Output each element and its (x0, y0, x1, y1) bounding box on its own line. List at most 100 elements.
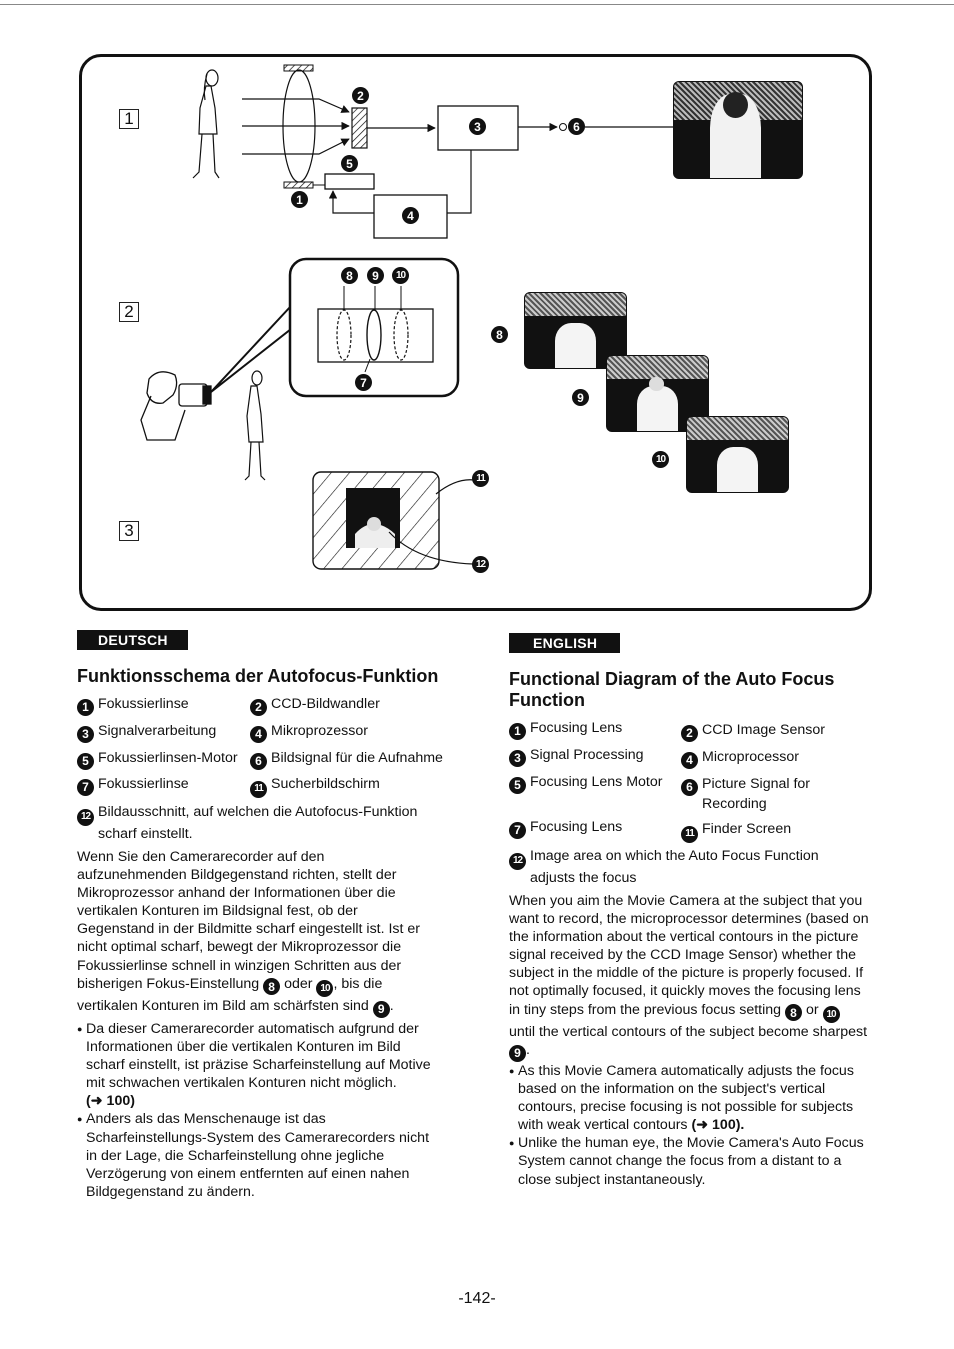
ref-badge-10: 10 (822, 1006, 840, 1024)
legend-item-de-12: 12 Bildausschnitt, auf welchen die Autofo… (77, 804, 458, 843)
paragraph-text: until the vertical contours of the subje… (509, 1024, 868, 1041)
number-badge: 5 (77, 752, 94, 770)
legend-item-en-5: 5 Focusing Lens Motor (509, 774, 662, 794)
number-badge: 4 (681, 751, 698, 769)
recorded-picture-photo (673, 81, 803, 179)
number-badge: 12 (77, 808, 94, 826)
ref-badge-9: 9 (509, 1044, 526, 1062)
legend-item-en-6: 6 Picture Signal for Recording (681, 776, 852, 813)
legend-item-en-2: 2 CCD Image Sensor (681, 722, 825, 742)
focus-photo-10 (686, 416, 789, 493)
bullet-list-de: Da dieser Camerarecorder automatisch auf… (77, 1020, 442, 1201)
legend-item-de-2: 2 CCD-Bildwandler (250, 696, 380, 716)
callout-8-photo: 8 (491, 326, 508, 343)
legend-text: Fokussierlinse (98, 776, 189, 792)
legend-item-en-7: 7 Focusing Lens (509, 819, 622, 839)
bullet-text: Unlike the human eye, the Movie Camera's… (518, 1135, 864, 1188)
legend-text: Focusing Lens (530, 720, 623, 736)
legend-item-de-4: 4 Mikroprozessor (250, 723, 368, 743)
legend-text: Fokussierlinse (98, 696, 189, 712)
number-badge: 2 (681, 724, 698, 742)
paragraph-text: or (805, 1001, 819, 1018)
ref-badge-8: 8 (263, 978, 281, 996)
ref-badge-9: 9 (372, 1000, 390, 1018)
callout-3: 3 (469, 118, 486, 135)
legend-text: Signalverarbeitung (98, 723, 217, 739)
callout-8: 8 (341, 267, 358, 284)
step-box-1: 1 (119, 109, 139, 129)
bullet-text: As this Movie Camera automatically adjus… (518, 1063, 854, 1134)
legend-item-en-4: 4 Microprocessor (681, 749, 799, 769)
number-badge: 4 (250, 725, 267, 743)
step-box-3: 3 (119, 521, 139, 541)
legend-text: Image area on which the Auto Focus Funct… (530, 848, 819, 886)
paragraph-text: . (526, 1042, 530, 1059)
number-badge: 6 (250, 752, 267, 770)
number-badge: 1 (509, 722, 526, 740)
section-title-deutsch: Funktionsschema der Autofocus-Funktion (77, 666, 439, 686)
camera-operator-figure (140, 371, 212, 441)
legend-item-de-3: 3 Signalverarbeitung (77, 723, 216, 743)
number-badge: 2 (250, 698, 267, 716)
legend-item-de-7: 7 Fokussierlinse (77, 776, 189, 796)
step-box-2: 2 (119, 302, 139, 322)
number-badge: 5 (509, 776, 526, 794)
section-title-english: Functional Diagram of the Auto Focus Fun… (509, 669, 835, 710)
callout-10: 10 (392, 267, 409, 284)
bullet-list-en: As this Movie Camera automatically adjus… (509, 1062, 871, 1189)
paragraph-text: . (389, 998, 394, 1015)
number-badge: 1 (77, 698, 94, 716)
number-badge: 12 (509, 852, 526, 870)
callout-9: 9 (367, 267, 384, 284)
ref-badge-8: 8 (785, 1004, 803, 1022)
legend-text: Mikroprozessor (271, 723, 368, 739)
callout-7: 7 (355, 374, 372, 391)
ref-badge-10: 10 (316, 980, 334, 998)
language-tag-label: DEUTSCH (98, 632, 168, 648)
page-reference-link[interactable]: (➜ 100). (691, 1117, 744, 1133)
callout-1: 1 (291, 191, 308, 208)
legend-text: Signal Processing (530, 747, 644, 763)
legend-text: Bildausschnitt, auf welchen die Autofocu… (98, 804, 418, 842)
legend-item-en-12: 12 Image area on which the Auto Focus Fun… (509, 848, 860, 887)
bullet-text: Anders als das Menschenauge ist das Scha… (86, 1111, 430, 1200)
bullet-item-en-2: Unlike the human eye, the Movie Camera's… (509, 1134, 871, 1188)
number-badge: 11 (250, 780, 267, 798)
callout-11: 11 (472, 470, 489, 487)
callout-2: 2 (352, 87, 369, 104)
legend-item-de-6: 6 Bildsignal für die Aufnahme (250, 750, 443, 770)
paragraph-text: Wenn Sie den Camerarecorder auf den aufz… (77, 849, 421, 992)
woman-figure-2 (244, 370, 266, 481)
lens-motor-box (324, 173, 375, 190)
woman-figure-1 (192, 69, 220, 179)
number-badge: 3 (77, 725, 94, 743)
legend-text: Focusing Lens (530, 819, 623, 835)
number-badge: 11 (681, 825, 698, 843)
legend-item-de-1: 1 Fokussierlinse (77, 696, 189, 716)
bullet-item-de-1: Da dieser Camerarecorder automatisch auf… (77, 1020, 442, 1110)
number-badge: 7 (77, 778, 94, 796)
bullet-text: Da dieser Camerarecorder automatisch auf… (86, 1021, 431, 1092)
legend-item-de-5: 5 Fokussierlinsen-Motor (77, 750, 238, 770)
legend-text: Bildsignal für die Aufnahme (271, 750, 443, 766)
paragraph-de: Wenn Sie den Camerarecorder auf den aufz… (77, 848, 435, 1018)
zoom-callout-wedge (210, 303, 292, 393)
bullet-item-de-2: Anders als das Menschenauge ist das Scha… (77, 1110, 442, 1200)
ccd-sensor (351, 107, 368, 149)
page-number: -142- (458, 1290, 496, 1307)
paragraph-text: oder (284, 975, 313, 992)
number-badge: 6 (681, 778, 698, 796)
number-badge: 3 (509, 749, 526, 767)
page-reference-link[interactable]: (➜ 100) (86, 1093, 135, 1109)
legend-text: CCD Image Sensor (702, 722, 826, 738)
legend-text: Sucherbildschirm (271, 776, 380, 792)
legend-text: Fokussierlinsen-Motor (98, 750, 238, 766)
callout-6: 6 (568, 118, 585, 135)
legend-text: Finder Screen (702, 821, 792, 837)
callout-4: 4 (402, 207, 419, 224)
language-tag-deutsch: DEUTSCH (77, 630, 188, 650)
light-rays (242, 98, 350, 155)
callout-10-photo: 10 (652, 451, 669, 468)
legend-text: Focusing Lens Motor (530, 774, 663, 790)
bullet-item-en-1: As this Movie Camera automatically adjus… (509, 1062, 871, 1134)
